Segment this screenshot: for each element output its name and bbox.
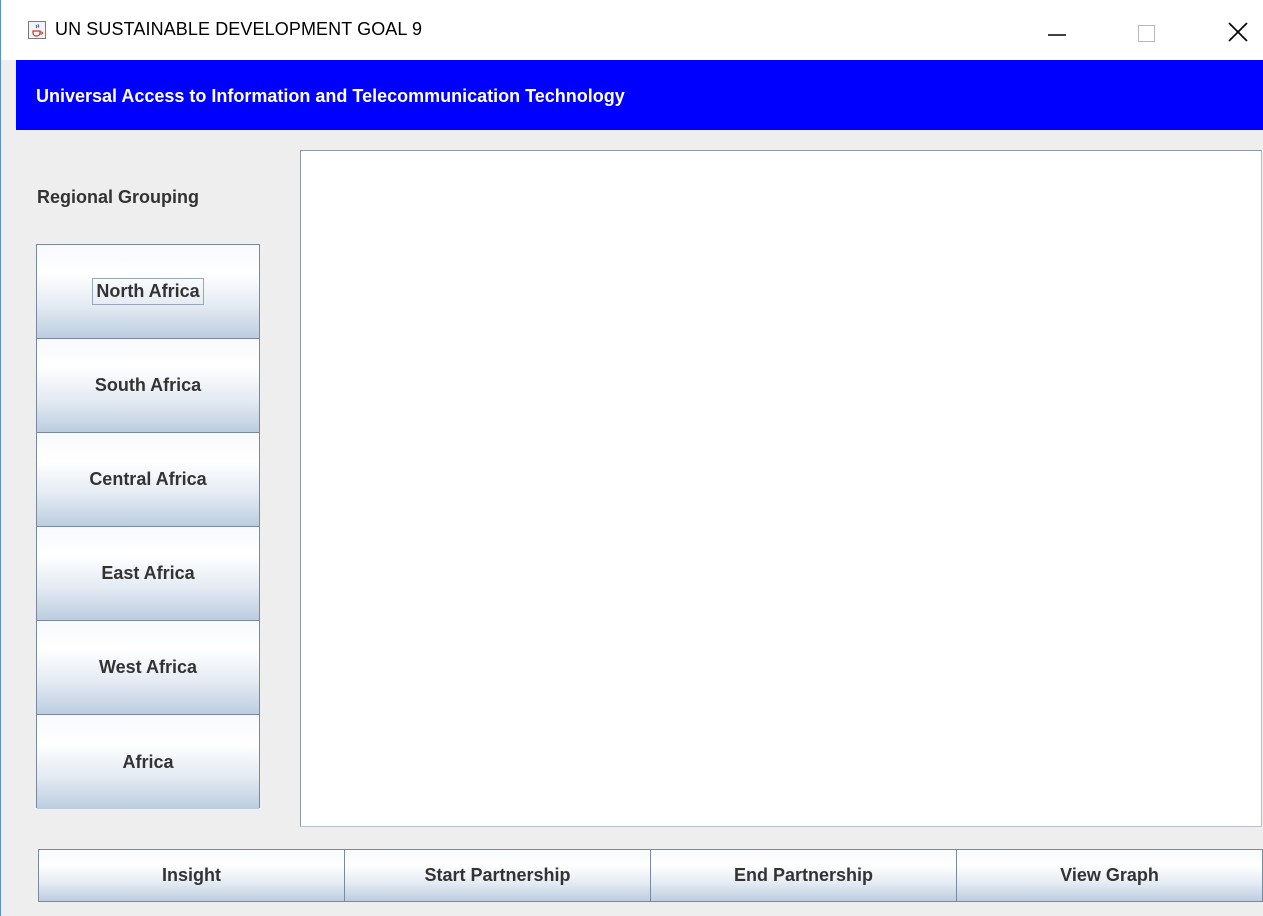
end-partnership-button[interactable]: End Partnership [651,850,957,901]
close-icon [1228,22,1248,42]
title-bar[interactable]: UN SUSTAINABLE DEVELOPMENT GOAL 9 [1,0,1263,60]
start-partnership-button[interactable]: Start Partnership [345,850,651,901]
region-button-label: South Africa [94,375,202,395]
central-africa-button[interactable]: Central Africa [37,433,259,527]
header-title: Universal Access to Information and Tele… [36,86,625,106]
close-button[interactable] [1215,10,1261,52]
action-button-label: Start Partnership [424,865,571,885]
region-button-label: East Africa [101,563,195,583]
africa-button[interactable]: Africa [37,715,259,809]
header-banner: Universal Access to Information and Tele… [16,60,1263,130]
action-button-label: View Graph [1060,865,1159,885]
region-button-list: North Africa South Africa Central Africa… [36,244,260,809]
west-africa-button[interactable]: West Africa [37,621,259,715]
region-button-label: Africa [122,751,174,772]
insight-button[interactable]: Insight [39,850,345,901]
view-graph-button[interactable]: View Graph [957,850,1262,901]
maximize-button[interactable] [1125,10,1171,52]
minimize-icon [1048,34,1066,36]
java-cup-icon[interactable] [28,21,46,39]
north-africa-button[interactable]: North Africa [37,245,259,339]
action-button-bar: Insight Start Partnership End Partnershi… [38,849,1263,902]
app-window: UN SUSTAINABLE DEVELOPMENT GOAL 9 Univer… [0,0,1263,916]
minimize-button[interactable] [1035,10,1081,52]
action-button-label: Insight [162,865,221,885]
region-button-label: West Africa [98,657,198,677]
content-display-area[interactable] [300,150,1262,827]
regional-grouping-label: Regional Grouping [37,187,199,207]
east-africa-button[interactable]: East Africa [37,527,259,621]
window-title: UN SUSTAINABLE DEVELOPMENT GOAL 9 [55,19,423,39]
action-button-label: End Partnership [733,865,874,885]
region-button-label: North Africa [92,278,204,305]
region-button-label: Central Africa [89,469,207,489]
maximize-icon [1138,25,1155,42]
south-africa-button[interactable]: South Africa [37,339,259,433]
